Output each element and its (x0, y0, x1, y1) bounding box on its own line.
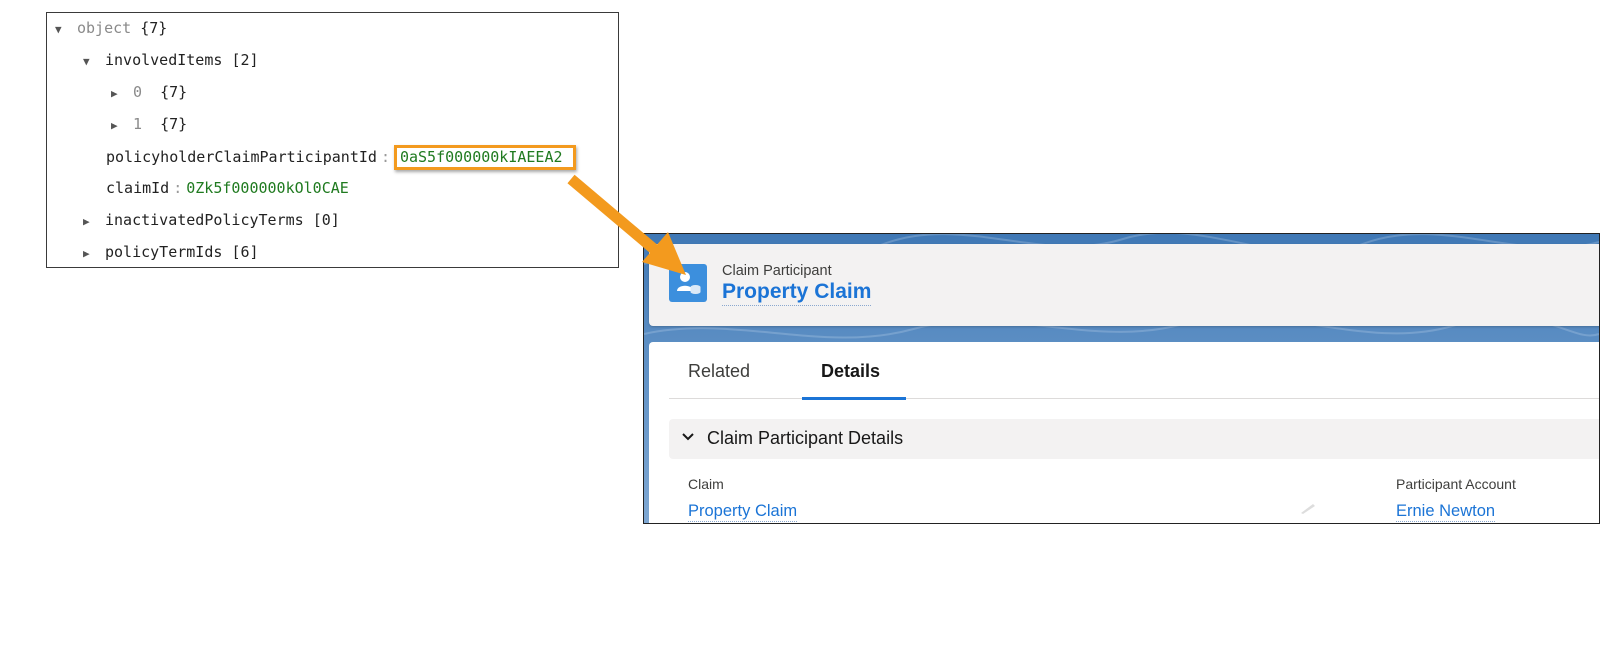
object-type-label: Claim Participant (722, 263, 832, 279)
expand-triangle-right-icon[interactable]: ▶ (83, 211, 95, 233)
expand-triangle-right-icon[interactable]: ▶ (111, 115, 123, 137)
record-body: Related Details Claim Participant Detail… (649, 342, 1599, 523)
section-header-claim-participant-details[interactable]: Claim Participant Details (669, 419, 1599, 459)
tree-count: [6] (231, 243, 259, 261)
tree-count: {7} (160, 115, 188, 133)
tree-count: [0] (312, 211, 340, 229)
active-tab-indicator (802, 397, 906, 400)
tab-bar: Related Details (669, 342, 1599, 400)
tree-row-policy-term-ids[interactable]: ▶ policyTermIds [6] (83, 241, 259, 263)
tab-details[interactable]: Details (821, 361, 880, 382)
field-value-participant-account-link[interactable]: Ernie Newton (1396, 502, 1496, 522)
record-header: Claim Participant Property Claim (649, 244, 1599, 326)
tab-related[interactable]: Related (688, 361, 750, 382)
expand-triangle-down-icon[interactable]: ▼ (83, 51, 95, 73)
tree-key: object (77, 19, 132, 37)
expand-triangle-right-icon[interactable]: ▶ (111, 83, 123, 105)
expand-triangle-right-icon[interactable]: ▶ (83, 243, 95, 265)
chevron-down-icon[interactable] (681, 429, 695, 446)
section-title: Claim Participant Details (707, 428, 904, 448)
tree-count: [2] (231, 51, 259, 69)
tree-row-item-1[interactable]: ▶ 1 {7} (111, 113, 187, 135)
tree-key: 1 (133, 115, 143, 133)
field-value-claim-link[interactable]: Property Claim (688, 502, 798, 522)
tree-separator: : (173, 179, 183, 197)
tree-key: 0 (133, 83, 143, 101)
tree-row-inactivated-policy-terms[interactable]: ▶ inactivatedPolicyTerms [0] (83, 209, 340, 231)
tree-key: involvedItems (105, 51, 223, 69)
record-title[interactable]: Property Claim (722, 280, 872, 306)
tree-row-involved-items[interactable]: ▼ involvedItems [2] (83, 49, 259, 71)
tree-row-item-0[interactable]: ▶ 0 {7} (111, 81, 187, 103)
tree-count: {7} (140, 19, 168, 37)
tree-separator: : (380, 148, 390, 166)
tree-root-row[interactable]: ▼ object {7} (55, 17, 167, 39)
tree-row-policyholder-claim-participant-id: policyholderClaimParticipantId:0aS5f0000… (106, 145, 576, 170)
json-tree-viewer: ▼ object {7} ▼ involvedItems [2] ▶ 0 {7} ▶ 1… (46, 12, 619, 268)
edit-pencil-icon[interactable] (1299, 502, 1317, 514)
tree-key: policyTermIds (105, 243, 223, 261)
field-label-claim: Claim (688, 476, 724, 492)
tree-key: policyholderClaimParticipantId (106, 148, 377, 166)
expand-triangle-down-icon[interactable]: ▼ (55, 19, 67, 41)
claim-participant-icon (669, 264, 707, 302)
tree-key: claimId (106, 179, 170, 197)
tree-value[interactable]: 0Zk5f000000kOl0CAE (186, 179, 349, 197)
tree-key: inactivatedPolicyTerms (105, 211, 304, 229)
tree-value[interactable]: 0aS5f000000kIAEEA2 (400, 148, 563, 166)
tree-row-claim-id: claimId:0Zk5f000000kOl0CAE (106, 177, 349, 199)
tree-count: {7} (160, 83, 188, 101)
highlight-box: 0aS5f000000kIAEEA2 (393, 145, 576, 170)
record-page-panel: Claim Participant Property Claim Related… (643, 233, 1600, 524)
field-label-participant-account: Participant Account (1396, 476, 1516, 492)
